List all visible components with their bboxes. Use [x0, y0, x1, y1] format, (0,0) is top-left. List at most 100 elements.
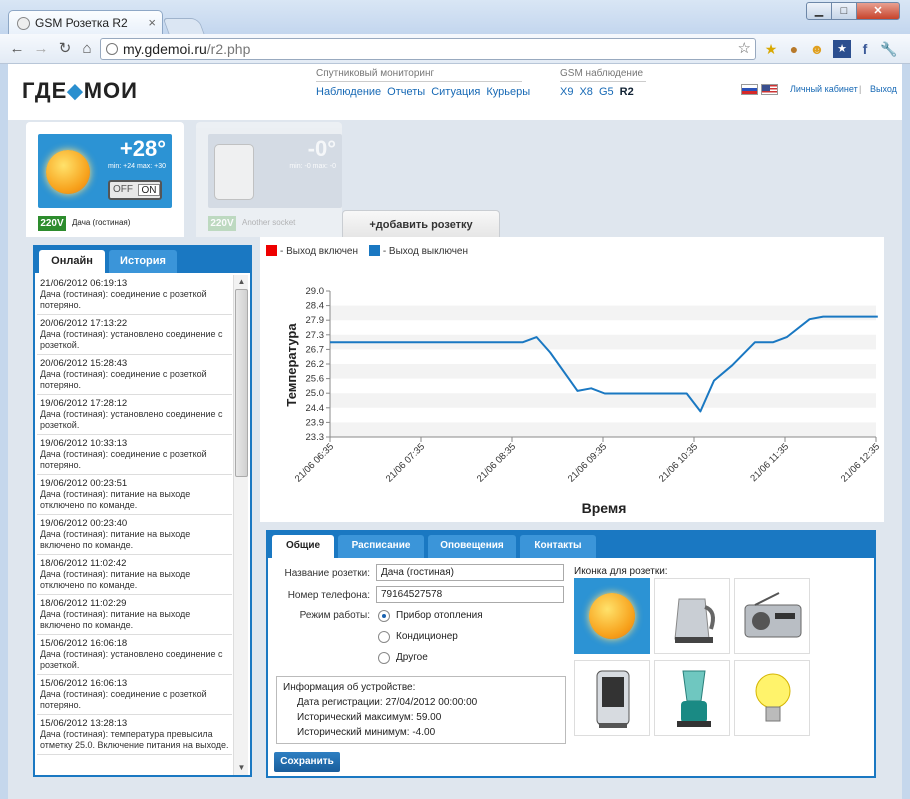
wrench-menu-icon[interactable]: 🔧: [880, 40, 898, 58]
address-bar[interactable]: my.gdemoi.ru/r2.php ☆: [100, 38, 756, 60]
nav-link-r2[interactable]: R2: [620, 86, 634, 98]
log-entry-text: Дача (гостиная): установлено соединение …: [40, 329, 223, 350]
scroll-down-arrow-icon[interactable]: ▼: [234, 761, 249, 775]
grid-band: [330, 364, 876, 379]
y-tick-label: 25.6: [306, 374, 325, 385]
url-path: /r2.php: [206, 41, 251, 57]
nav-link-situation[interactable]: Ситуация: [431, 86, 480, 98]
face-extension-icon[interactable]: ☻: [808, 40, 826, 58]
tab-schedule[interactable]: Расписание: [338, 535, 424, 558]
mode-label-other: Другое: [396, 652, 428, 663]
socket-settings-panel: Общие Расписание Оповещения Контакты Наз…: [266, 530, 876, 778]
settings-tabs: Общие Расписание Оповещения Контакты: [268, 532, 874, 558]
forward-icon[interactable]: →: [32, 39, 50, 59]
logo-text-left: ГДЕ: [22, 78, 68, 103]
phone-input[interactable]: 79164527578: [376, 586, 564, 603]
tab-notifications[interactable]: Оповещения: [428, 535, 516, 558]
x-tick-label: 21/06 07:35: [384, 441, 427, 484]
socket-card-active[interactable]: +28° min: +24 max: +30 OFF ON 220V Дача …: [26, 122, 184, 237]
russian-flag-icon[interactable]: [741, 84, 758, 95]
cookie-extension-icon[interactable]: ●: [785, 40, 803, 58]
icon-option-heater[interactable]: [574, 660, 650, 736]
log-entry: 20/06/2012 17:13:22 Дача (гостиная): уста…: [37, 315, 232, 355]
mode-label-heating: Прибор отопления: [396, 610, 483, 621]
nav-link-reports[interactable]: Отчеты: [387, 86, 425, 98]
sun-icon: [46, 150, 90, 194]
log-entry: 20/06/2012 15:28:43 Дача (гостиная): соед…: [37, 355, 232, 395]
y-tick-label: 26.7: [306, 344, 325, 355]
back-icon[interactable]: ←: [8, 39, 26, 59]
y-tick-label: 23.9: [306, 417, 325, 428]
minimize-button[interactable]: ▁: [806, 2, 832, 20]
account-link[interactable]: Личный кабинет: [790, 84, 858, 94]
log-tabs: Онлайн История: [35, 247, 250, 273]
mode-radio-heating[interactable]: [378, 610, 390, 622]
log-scrollbar[interactable]: ▲ ▼: [233, 275, 248, 775]
icon-option-sun[interactable]: [574, 578, 650, 654]
y-tick-label: 24.4: [306, 403, 325, 414]
save-button[interactable]: Сохранить: [274, 752, 340, 772]
site-logo[interactable]: ГДЕ⬥МОИ: [22, 78, 138, 104]
gsm-nav: GSM наблюдение X9 X8 G5 R2: [560, 68, 646, 98]
add-socket-tab[interactable]: +добавить розетку: [342, 210, 500, 237]
web-page: ГДЕ⬥МОИ Спутниковый мониторинг Наблюдени…: [8, 64, 902, 799]
log-entry: 19/06/2012 17:28:12 Дача (гостиная): уста…: [37, 395, 232, 435]
radio-icon: [744, 592, 802, 638]
mode-label: Режим работы:: [299, 610, 370, 621]
tab-online[interactable]: Онлайн: [39, 250, 105, 273]
log-list[interactable]: 21/06/2012 06:19:13 Дача (гостиная): соед…: [37, 275, 232, 775]
tab-contacts[interactable]: Контакты: [520, 535, 596, 558]
log-entry-date: 15/06/2012 13:28:13: [40, 718, 128, 729]
icon-option-blender[interactable]: [654, 660, 730, 736]
socket-name-label: Название розетки:: [284, 568, 371, 579]
y-tick-label: 27.3: [306, 330, 325, 341]
mode-radio-aircon[interactable]: [378, 631, 390, 643]
close-window-button[interactable]: ✕: [856, 2, 900, 20]
socket-temperature: -0°: [307, 136, 336, 161]
heater-icon: [214, 144, 254, 200]
star-extension-icon[interactable]: ★: [762, 40, 780, 58]
socket-minmax: min: +24 max: +30: [108, 163, 166, 170]
icon-option-kettle[interactable]: [654, 578, 730, 654]
nav-link-x8[interactable]: X8: [579, 86, 592, 98]
socket-card-inactive[interactable]: -0° min: -0 max: -0 220V Another socket: [196, 122, 342, 237]
log-entry-date: 21/06/2012 06:19:13: [40, 278, 128, 289]
socket-minmax: min: -0 max: -0: [289, 163, 336, 170]
browser-tab[interactable]: GSM Розетка R2 ×: [8, 10, 163, 36]
socket-name-input[interactable]: Дача (гостиная): [376, 564, 564, 581]
nav-link-x9[interactable]: X9: [560, 86, 573, 98]
nav-link-observation[interactable]: Наблюдение: [316, 86, 381, 98]
socket-card-image: +28° min: +24 max: +30 OFF ON: [38, 134, 172, 208]
scroll-thumb[interactable]: [235, 289, 248, 477]
event-log-panel: Онлайн История 21/06/2012 06:19:13 Дача (…: [33, 245, 252, 777]
tab-general[interactable]: Общие: [272, 535, 334, 558]
voltage-badge: 220V: [208, 216, 236, 231]
maximize-button[interactable]: □: [831, 2, 857, 20]
reload-icon[interactable]: ↻: [56, 39, 74, 59]
scroll-up-arrow-icon[interactable]: ▲: [234, 275, 249, 289]
nav-link-couriers[interactable]: Курьеры: [486, 86, 530, 98]
log-entry: 18/06/2012 11:02:42 Дача (гостиная): пита…: [37, 555, 232, 595]
bookmark-extension-icon[interactable]: ★: [833, 40, 851, 58]
bookmark-star-icon[interactable]: ☆: [738, 39, 751, 57]
logout-link[interactable]: Выход: [870, 84, 897, 94]
window-titlebar: GSM Розетка R2 × ▁ □ ✕: [0, 0, 910, 36]
tab-history[interactable]: История: [109, 250, 177, 273]
close-tab-icon[interactable]: ×: [148, 15, 156, 30]
mode-radio-other[interactable]: [378, 652, 390, 664]
facebook-icon[interactable]: f: [856, 40, 874, 58]
temperature-chart: - Выход включен - Выход выключен 29.0 28.…: [260, 237, 884, 522]
log-entry-text: Дача (гостиная): температура превысила о…: [40, 729, 229, 750]
log-entry-date: 15/06/2012 16:06:13: [40, 678, 128, 689]
icon-option-radio[interactable]: [734, 578, 810, 654]
home-icon[interactable]: ⌂: [78, 39, 96, 59]
mode-label-aircon: Кондиционер: [396, 631, 458, 642]
phone-label: Номер телефона:: [287, 590, 370, 601]
power-toggle[interactable]: OFF ON: [108, 180, 162, 200]
socket-card-image: -0° min: -0 max: -0: [208, 134, 342, 208]
log-entry-text: Дача (гостиная): установлено соединение …: [40, 649, 223, 670]
icon-option-lightbulb[interactable]: [734, 660, 810, 736]
log-entry: 15/06/2012 16:06:18 Дача (гостиная): уста…: [37, 635, 232, 675]
nav-link-g5[interactable]: G5: [599, 86, 614, 98]
us-flag-icon[interactable]: [761, 84, 778, 95]
